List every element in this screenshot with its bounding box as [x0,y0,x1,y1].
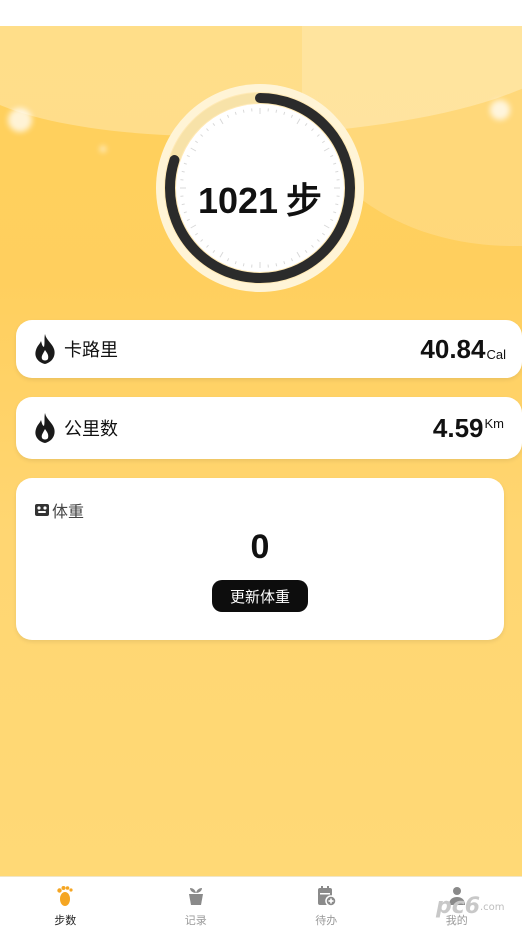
watermark-brand: pc6 [436,894,481,919]
calories-unit: Cal [486,347,506,362]
update-weight-button[interactable]: 更新体重 [212,580,308,612]
tab-steps[interactable]: 步数 [0,877,131,929]
distance-value: 4.59 [432,413,484,443]
calendar-add-icon [318,886,337,907]
tab-label: 步数 [54,914,77,927]
distance-value-group: 4.59 Km [433,415,506,441]
flame-icon [35,413,55,443]
watermark-logo: pc6 .com [436,882,516,922]
step-count: 1021 步 [154,172,366,224]
step-count-value: 1021 [197,180,279,221]
tab-label: 记录 [184,914,207,927]
tab-todo[interactable]: 待办 [261,877,392,929]
calories-value: 40.84 [420,334,486,364]
distance-label: 公里数 [64,419,118,440]
bokeh-light [8,108,32,132]
calories-label: 卡路里 [64,340,118,361]
dial-tick [275,109,278,113]
calories-value-group: 40.84 Cal [420,336,506,362]
weight-card: 体重 0 更新体重 [16,478,504,640]
footprint-icon [57,886,73,906]
weight-value: 0 [250,528,270,566]
step-count-unit: 步 [286,181,323,222]
scale-icon [35,504,49,516]
tab-label: 待办 [315,914,338,927]
weight-header: 体重 [34,498,84,522]
flame-icon [35,334,55,364]
weight-label: 体重 [52,502,85,521]
watermark-domain: .com [480,902,505,913]
status-bar [0,0,522,26]
plant-pot-icon [188,888,203,905]
dial-tick [242,109,245,113]
bokeh-light [100,146,106,152]
distance-card[interactable]: 公里数 4.59 Km [16,397,522,459]
calories-card[interactable]: 卡路里 40.84 Cal [16,320,522,378]
tab-records[interactable]: 记录 [131,877,262,929]
dial-tick [275,263,278,267]
bokeh-light [490,100,510,120]
dial-tick [242,263,245,267]
distance-unit: Km [484,416,505,431]
